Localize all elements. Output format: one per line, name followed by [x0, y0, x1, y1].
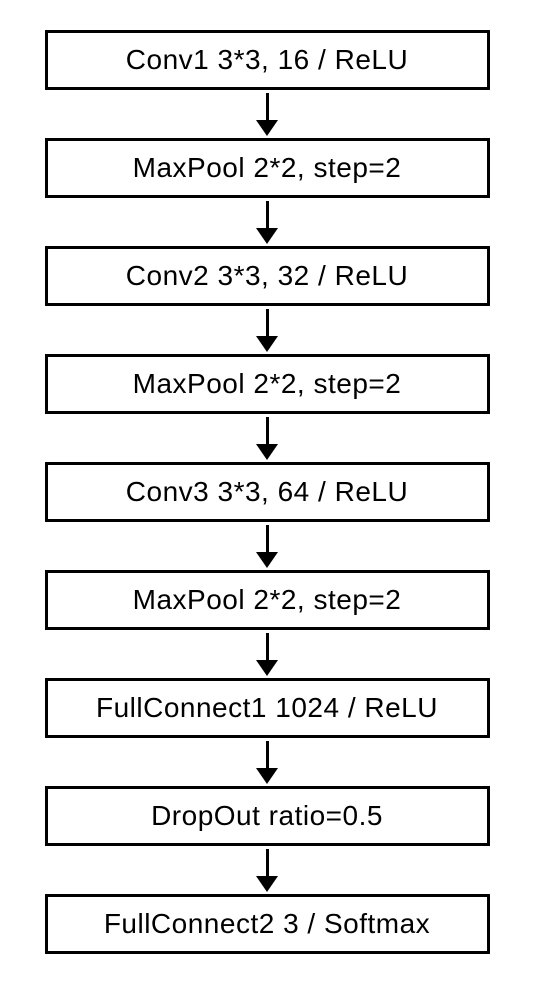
arrow-down-icon: [256, 90, 278, 138]
layer-label: DropOut ratio=0.5: [151, 800, 383, 832]
arrow-down-icon: [256, 738, 278, 786]
layer-maxpool2: MaxPool 2*2, step=2: [45, 354, 490, 414]
layer-label: FullConnect1 1024 / ReLU: [96, 692, 438, 724]
layer-label: FullConnect2 3 / Softmax: [104, 908, 430, 940]
layer-label: Conv3 3*3, 64 / ReLU: [126, 476, 408, 508]
arrow-down-icon: [256, 630, 278, 678]
layer-conv3: Conv3 3*3, 64 / ReLU: [45, 462, 490, 522]
layer-fullconnect1: FullConnect1 1024 / ReLU: [45, 678, 490, 738]
layer-label: MaxPool 2*2, step=2: [133, 368, 402, 400]
layer-fullconnect2: FullConnect2 3 / Softmax: [45, 894, 490, 954]
arrow-down-icon: [256, 198, 278, 246]
layer-label: MaxPool 2*2, step=2: [133, 584, 402, 616]
layer-label: MaxPool 2*2, step=2: [133, 152, 402, 184]
layer-maxpool1: MaxPool 2*2, step=2: [45, 138, 490, 198]
arrow-down-icon: [256, 522, 278, 570]
layer-conv1: Conv1 3*3, 16 / ReLU: [45, 30, 490, 90]
arrow-down-icon: [256, 414, 278, 462]
arrow-down-icon: [256, 846, 278, 894]
layer-conv2: Conv2 3*3, 32 / ReLU: [45, 246, 490, 306]
layer-label: Conv2 3*3, 32 / ReLU: [126, 260, 408, 292]
arrow-down-icon: [256, 306, 278, 354]
layer-label: Conv1 3*3, 16 / ReLU: [126, 44, 408, 76]
layer-maxpool3: MaxPool 2*2, step=2: [45, 570, 490, 630]
layer-dropout: DropOut ratio=0.5: [45, 786, 490, 846]
